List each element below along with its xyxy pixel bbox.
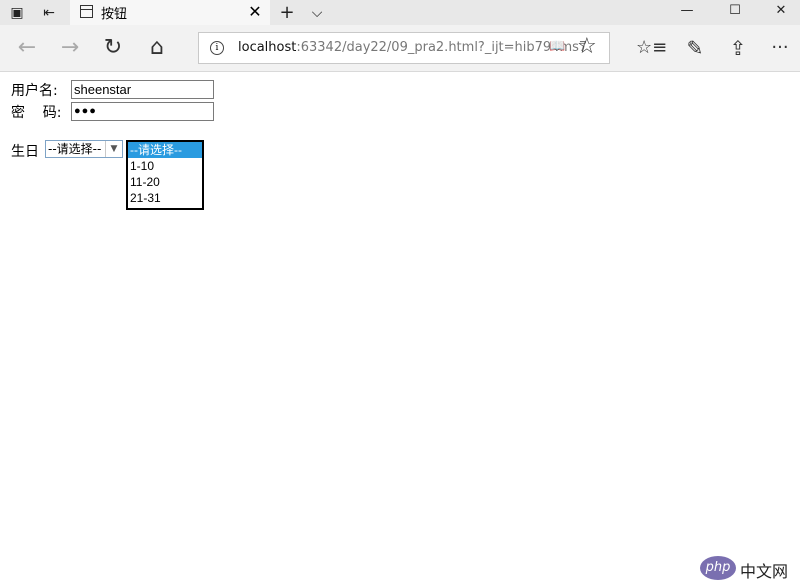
navigation-bar: ← → ↻ ⌂ i localhost:63342/day22/09_pra2.… [0,25,800,72]
page-icon [80,5,93,18]
birthday-listbox[interactable]: --请选择-- 1-10 11-20 21-31 [126,140,204,210]
php-logo: php [700,556,736,580]
address-host: localhost [238,40,297,55]
tab-close-icon[interactable]: ✕ [245,0,265,25]
tab-manager-icon[interactable]: ▣ [6,0,28,25]
new-tab-icon[interactable]: + [276,0,298,25]
tab-list-chevron-down-icon[interactable]: ⌵ [306,0,328,25]
username-input[interactable]: sheenstar [71,80,214,99]
favorites-hub-icon[interactable]: ☆≡ [636,33,667,63]
php-watermark: php 中文网 [700,555,796,581]
forward-button[interactable]: → [55,33,85,63]
dropdown-selected-value: --请选择-- [48,142,102,156]
address-bar[interactable]: i localhost:63342/day22/09_pra2.html?_ij… [198,32,610,64]
share-icon[interactable]: ⇪ [723,33,753,63]
close-window-button[interactable]: ✕ [762,0,800,25]
add-favorite-star-icon[interactable]: ☆ [577,34,597,59]
home-button[interactable]: ⌂ [142,33,172,63]
more-menu-icon[interactable]: ··· [765,33,795,63]
chevron-down-icon[interactable]: ▼ [105,141,122,157]
tab-title: 按钮 [101,7,128,22]
birthday-label: 生日 [11,144,39,160]
notes-pen-icon[interactable]: ✎ [680,33,710,63]
minimize-button[interactable]: — [668,0,706,25]
address-path: :63342/day22/09_pra2.html?_ijt=hib794ms7 [296,40,588,55]
listbox-option[interactable]: 21-31 [128,190,202,206]
tab-strip: ▣ ⇤ 按钮 ✕ + ⌵ — ☐ ✕ [0,0,800,25]
back-button[interactable]: ← [12,33,42,63]
password-input[interactable]: ●●● [71,102,214,121]
listbox-option[interactable]: 1-10 [128,158,202,174]
reading-view-icon[interactable]: 📖 [549,39,565,55]
password-label: 密 码: [11,105,62,121]
username-label: 用户名: [11,83,58,99]
birthday-dropdown[interactable]: --请选择-- ▼ [45,140,123,158]
set-aside-tabs-icon[interactable]: ⇤ [38,0,60,25]
maximize-button[interactable]: ☐ [716,0,754,25]
refresh-button[interactable]: ↻ [98,33,128,63]
listbox-option[interactable]: 11-20 [128,174,202,190]
watermark-text: 中文网 [740,562,789,581]
info-icon[interactable]: i [210,41,224,55]
tab-active[interactable]: 按钮 ✕ [70,0,270,25]
address-url[interactable]: localhost:63342/day22/09_pra2.html?_ijt=… [238,40,587,55]
listbox-option[interactable]: --请选择-- [128,142,202,158]
